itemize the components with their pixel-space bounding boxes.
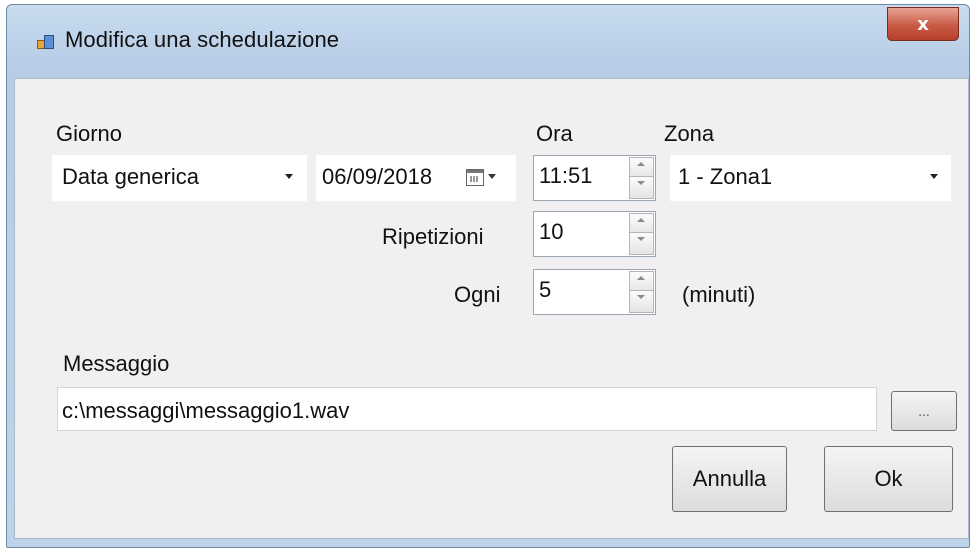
zona-label: Zona — [664, 121, 715, 146]
chevron-down-icon — [930, 174, 938, 179]
ogni-spinner[interactable]: 5 — [533, 269, 656, 315]
ok-button[interactable]: Ok — [824, 446, 953, 512]
messaggio-label: Messaggio — [63, 351, 170, 376]
arrow-down-icon[interactable] — [629, 290, 654, 313]
giorno-dropdown[interactable]: Data generica — [52, 155, 307, 201]
title-bar[interactable]: Modifica una schedulazione x — [7, 5, 969, 75]
app-window-icon — [37, 35, 54, 49]
zona-value: 1 - Zona1 — [678, 164, 773, 189]
minuti-label: (minuti) — [682, 282, 756, 307]
ora-spin-buttons — [629, 157, 654, 199]
ora-time-spinner[interactable]: 11:51 — [533, 155, 656, 201]
ora-value: 11:51 — [539, 163, 593, 188]
chevron-down-icon[interactable] — [488, 174, 496, 179]
zona-dropdown[interactable]: 1 - Zona1 — [670, 155, 951, 201]
ogni-spin-buttons — [629, 271, 654, 313]
arrow-down-icon[interactable] — [629, 232, 654, 255]
chevron-down-icon — [285, 174, 293, 179]
cancel-button[interactable]: Annulla — [672, 446, 787, 512]
arrow-down-icon[interactable] — [629, 176, 654, 199]
close-icon: x — [917, 13, 929, 35]
dialog-content: Giorno Ora Zona Data generica 06/09/2018… — [14, 78, 969, 539]
ripetizioni-spinner[interactable]: 10 — [533, 211, 656, 257]
giorno-value: Data generica — [62, 164, 199, 189]
ogni-label: Ogni — [454, 282, 501, 307]
messaggio-input[interactable]: c:\messaggi\messaggio1.wav — [57, 387, 877, 431]
ora-label: Ora — [536, 121, 573, 146]
close-button[interactable]: x — [887, 7, 959, 41]
date-value: 06/09/2018 — [322, 164, 433, 189]
date-picker[interactable]: 06/09/2018 — [316, 155, 516, 201]
browse-button[interactable]: ... — [891, 391, 957, 431]
window-title: Modifica una schedulazione — [65, 27, 340, 52]
calendar-icon[interactable] — [466, 169, 484, 186]
ripetizioni-value: 10 — [539, 219, 564, 244]
ogni-value: 5 — [539, 277, 552, 302]
messaggio-value: c:\messaggi\messaggio1.wav — [62, 398, 350, 423]
giorno-label: Giorno — [56, 121, 123, 146]
ripetizioni-label: Ripetizioni — [382, 224, 484, 249]
ripetizioni-spin-buttons — [629, 213, 654, 255]
